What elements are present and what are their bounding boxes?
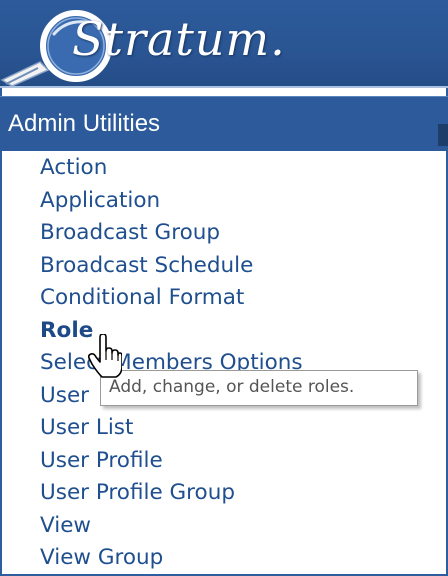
tooltip: Add, change, or delete roles. <box>100 370 418 406</box>
logo-text: Stratum. <box>72 12 286 66</box>
logo-divider <box>0 86 448 88</box>
section-header: Admin Utilities <box>0 96 448 151</box>
menu-item-conditional-format[interactable]: Conditional Format <box>40 282 303 315</box>
section-title: Admin Utilities <box>8 110 161 137</box>
menu-item-user-profile-group[interactable]: User Profile Group <box>40 477 303 510</box>
tooltip-text: Add, change, or delete roles. <box>109 377 355 397</box>
menu-item-view[interactable]: View <box>40 510 303 543</box>
menu-item-role[interactable]: Role <box>40 315 303 348</box>
hand-pointer-cursor-icon <box>88 334 122 378</box>
menu-item-user-list[interactable]: User List <box>40 412 303 445</box>
menu-item-application[interactable]: Application <box>40 185 303 218</box>
header-edge-tab <box>438 124 448 146</box>
menu-item-broadcast-schedule[interactable]: Broadcast Schedule <box>40 250 303 283</box>
menu-item-action[interactable]: Action <box>40 152 303 185</box>
menu-item-view-group[interactable]: View Group <box>40 542 303 575</box>
admin-menu: Action Application Broadcast Group Broad… <box>40 152 303 575</box>
logo-bar: Stratum. <box>0 0 448 88</box>
menu-item-broadcast-group[interactable]: Broadcast Group <box>40 217 303 250</box>
menu-item-user-profile[interactable]: User Profile <box>40 445 303 478</box>
